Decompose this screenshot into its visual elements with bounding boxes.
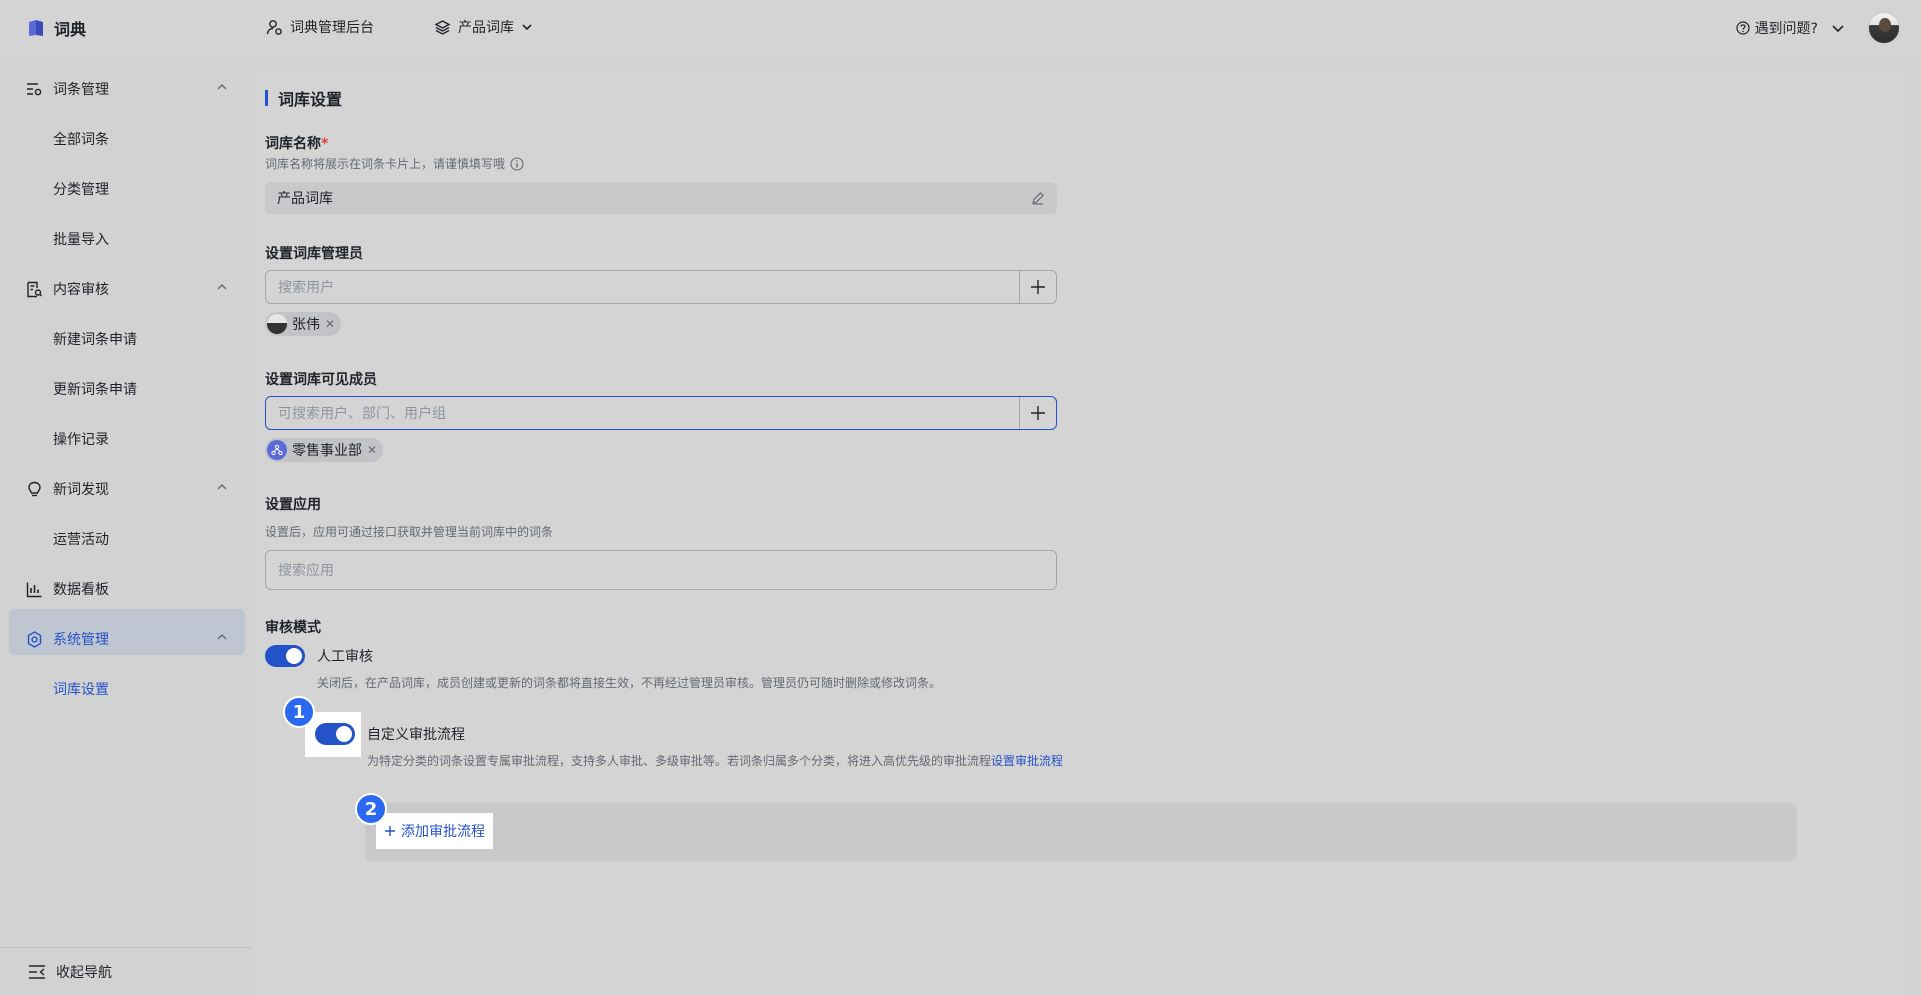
member-tag: 零售事业部 ✕: [265, 438, 384, 462]
library-name-hint: 词库名称将展示在词条卡片上，请谨慎填写哦: [265, 155, 524, 172]
chevron-down-icon: [522, 24, 532, 31]
gear-icon: [27, 630, 42, 648]
admin-search-input[interactable]: 搜索用户: [278, 277, 1019, 297]
library-name-label: 词库名称*: [265, 133, 328, 153]
library-switcher-label: 产品词库: [458, 20, 514, 36]
user-settings-icon: [266, 19, 282, 35]
manual-review-toggle[interactable]: [265, 645, 305, 667]
members-search-field[interactable]: 可搜索用户、部门、用户组: [265, 396, 1057, 430]
sidebar-item-campaigns[interactable]: 运营活动: [53, 529, 109, 549]
sidebar-group-dashboard[interactable]: 数据看板: [26, 579, 109, 599]
add-member-button[interactable]: [1019, 397, 1056, 429]
library-name-label-text: 词库名称: [265, 136, 321, 152]
user-avatar[interactable]: [1867, 11, 1901, 45]
custom-flow-title: 自定义审批流程: [367, 727, 465, 743]
sidebar-item-bulk-import[interactable]: 批量导入: [53, 229, 109, 249]
sidebar: [0, 56, 253, 995]
page-title-text: 词库设置: [278, 90, 343, 109]
lightbulb-icon: [28, 481, 41, 496]
admin-console-label: 词典管理后台: [290, 20, 374, 36]
bar-chart-icon: [26, 582, 42, 597]
step-badge-2: 2: [355, 793, 387, 825]
dictionary-logo-icon: [29, 20, 43, 36]
chevron-up-icon: [217, 634, 227, 640]
sidebar-item-category-management[interactable]: 分类管理: [53, 179, 109, 199]
library-name-field[interactable]: 产品词库: [265, 182, 1057, 214]
required-mark: *: [321, 136, 329, 152]
chevron-up-icon: [217, 484, 227, 490]
chevron-down-icon: [1832, 25, 1844, 33]
set-flow-link[interactable]: 设置审批流程: [991, 754, 1063, 768]
add-flow-button[interactable]: 添加审批流程: [376, 813, 493, 849]
admin-console-link[interactable]: 词典管理后台: [266, 17, 374, 37]
step-badge-1: 1: [283, 696, 315, 728]
collapse-nav-button[interactable]: 收起导航: [0, 947, 253, 995]
sidebar-group-review[interactable]: 内容审核: [26, 279, 227, 299]
sidebar-group-label: 新词发现: [53, 482, 109, 498]
manual-review-desc: 关闭后，在产品词库，成员创建或更新的词条都将直接生效，不再经过管理员审核。管理员…: [317, 676, 942, 690]
question-circle-icon: [1735, 21, 1750, 35]
help-label: 遇到问题?: [1754, 21, 1818, 37]
app-label: 设置应用: [265, 497, 321, 513]
sidebar-group-system[interactable]: 系统管理: [26, 629, 227, 649]
app-hint: 设置后，应用可通过接口获取并管理当前词库中的词条: [265, 523, 553, 540]
sidebar-group-label: 内容审核: [53, 282, 109, 298]
remove-tag-icon[interactable]: ✕: [325, 317, 335, 331]
title-accent-bar: [265, 90, 268, 106]
manual-review-title: 人工审核: [317, 649, 373, 665]
flow-panel: [365, 803, 1797, 861]
plus-icon: [385, 826, 395, 836]
sidebar-group-entries[interactable]: 词条管理: [26, 79, 227, 99]
top-right-area: 遇到问题?: [1735, 11, 1901, 45]
admin-tag: 张伟 ✕: [265, 312, 342, 336]
layers-icon: [434, 19, 451, 35]
plus-icon: [1031, 280, 1045, 294]
sidebar-item-operation-log[interactable]: 操作记录: [53, 429, 109, 449]
brand[interactable]: 词典: [26, 16, 86, 40]
chevron-up-icon: [217, 284, 227, 290]
sidebar-group-label: 系统管理: [53, 632, 109, 648]
document-review-icon: [27, 281, 42, 297]
library-switcher[interactable]: 产品词库: [434, 17, 533, 37]
app-search-field[interactable]: 搜索应用: [265, 550, 1057, 590]
remove-tag-icon[interactable]: ✕: [367, 443, 377, 457]
admin-tag-label: 张伟: [292, 317, 320, 333]
member-tag-label: 零售事业部: [292, 443, 362, 459]
library-name-hint-text: 词库名称将展示在词条卡片上，请谨慎填写哦: [265, 157, 506, 171]
library-name-value: 产品词库: [277, 191, 333, 207]
collapse-nav-label: 收起导航: [56, 964, 112, 981]
department-icon: [267, 440, 287, 460]
custom-flow-toggle[interactable]: [315, 723, 355, 745]
page-title: 词库设置: [265, 86, 342, 110]
review-mode-label: 审核模式: [265, 620, 321, 636]
sidebar-item-library-settings[interactable]: 词库设置: [53, 679, 109, 699]
edit-pencil-icon[interactable]: [1031, 191, 1045, 205]
members-search-input[interactable]: 可搜索用户、部门、用户组: [278, 403, 1019, 423]
chevron-up-icon: [217, 84, 227, 90]
sidebar-item-all-entries[interactable]: 全部词条: [53, 129, 109, 149]
members-label: 设置词库可见成员: [265, 372, 377, 388]
plus-icon: [1031, 406, 1045, 420]
custom-flow-desc-text: 为特定分类的词条设置专属审批流程，支持多人审批、多级审批等。若词条归属多个分类，…: [367, 754, 992, 768]
top-bar: 词典 词典管理后台 产品词库 遇到问题?: [0, 0, 1921, 56]
info-icon[interactable]: [510, 156, 524, 171]
sidebar-group-label: 数据看板: [53, 582, 109, 598]
add-flow-label: 添加审批流程: [401, 824, 485, 840]
sidebar-group-new-words[interactable]: 新词发现: [26, 479, 227, 499]
brand-name: 词典: [54, 20, 87, 39]
avatar: [267, 314, 287, 334]
sidebar-item-update-entry-requests[interactable]: 更新词条申请: [53, 379, 137, 399]
admin-search-field[interactable]: 搜索用户: [265, 270, 1057, 304]
admin-label: 设置词库管理员: [265, 246, 363, 262]
app-search-input[interactable]: 搜索应用: [278, 560, 1056, 580]
custom-flow-desc: 为特定分类的词条设置专属审批流程，支持多人审批、多级审批等。若词条归属多个分类，…: [367, 752, 1063, 769]
sidebar-group-label: 词条管理: [53, 82, 109, 98]
collapse-sidebar-icon: [29, 964, 45, 979]
add-admin-button[interactable]: [1019, 271, 1056, 303]
sidebar-item-new-entry-requests[interactable]: 新建词条申请: [53, 329, 137, 349]
help-menu[interactable]: 遇到问题?: [1735, 18, 1845, 38]
app-hint-text: 设置后，应用可通过接口获取并管理当前词库中的词条: [265, 525, 554, 539]
list-settings-icon: [27, 82, 42, 95]
